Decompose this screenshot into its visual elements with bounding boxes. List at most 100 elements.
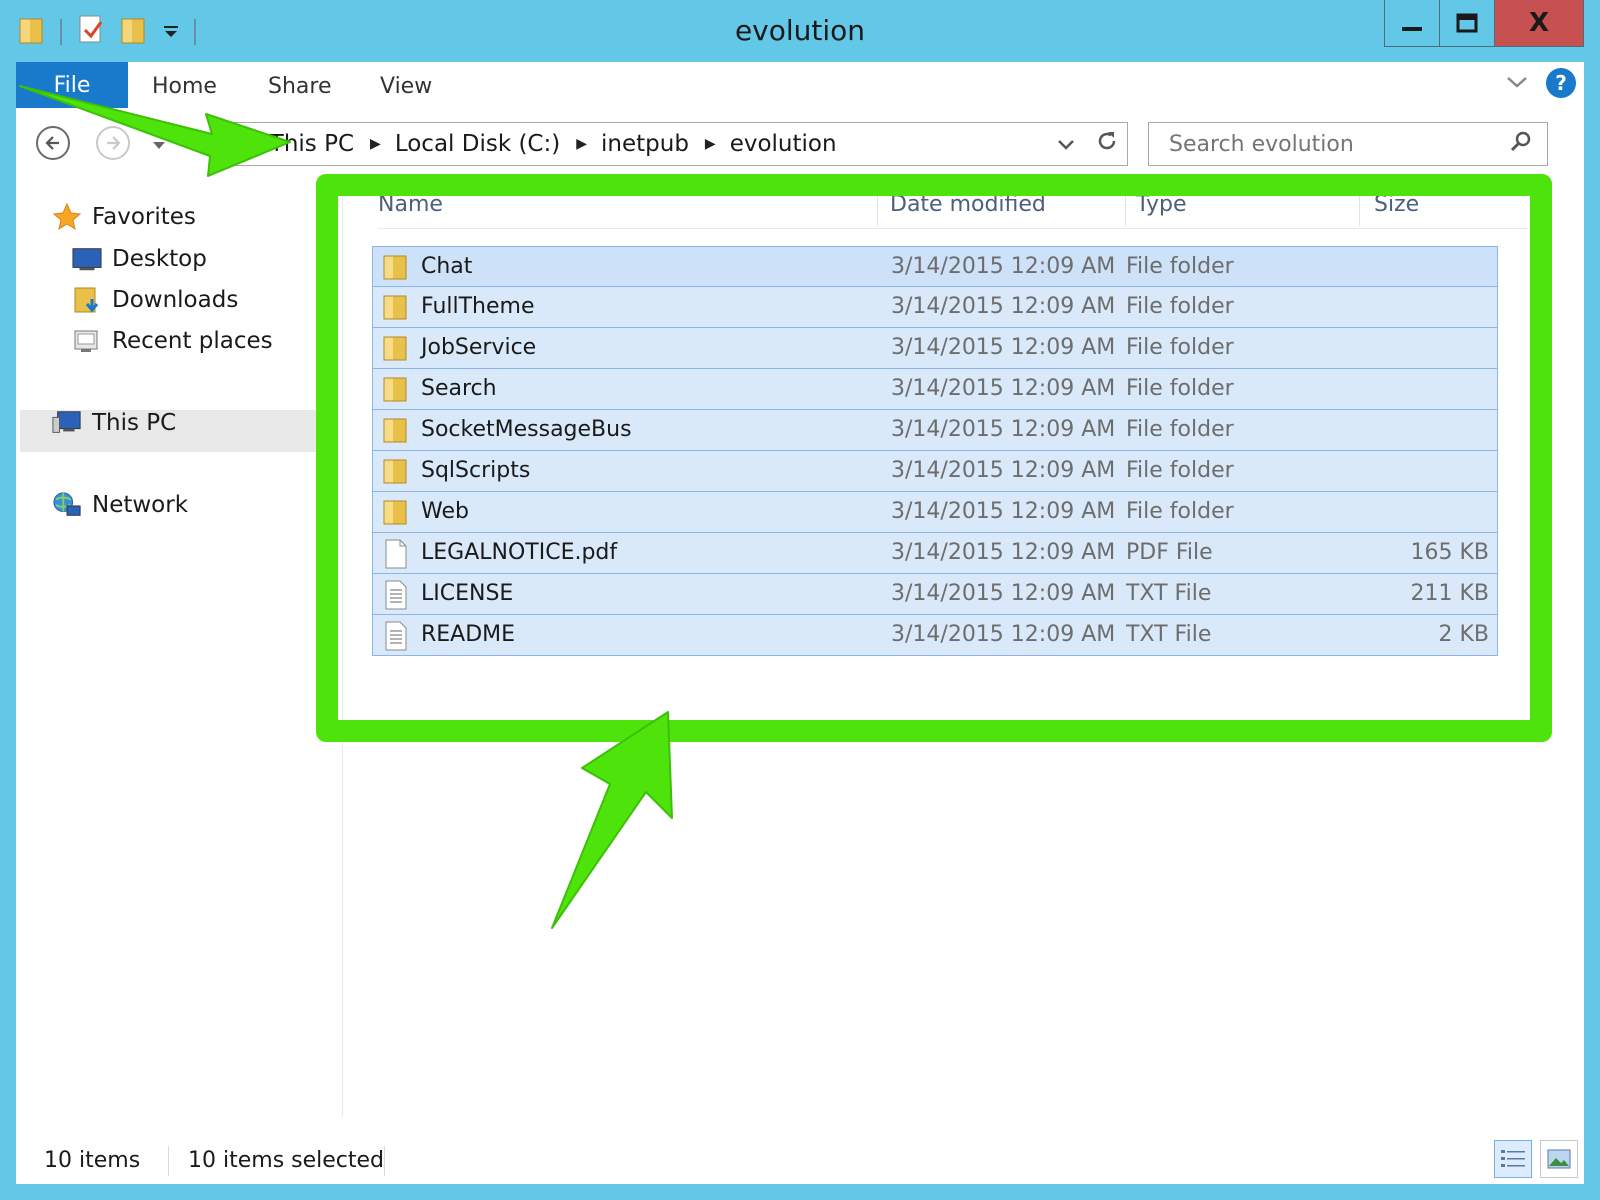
table-row[interactable]: LICENSE 3/14/2015 12:09 AM TXT File 211 … (372, 574, 1498, 615)
back-button[interactable] (36, 126, 70, 160)
table-row[interactable]: README 3/14/2015 12:09 AM TXT File 2 KB (372, 615, 1498, 656)
star-icon (52, 202, 82, 232)
breadcrumb-separator-icon[interactable]: ▶ (576, 136, 587, 152)
folder-icon (383, 416, 409, 444)
status-separator (384, 1146, 385, 1176)
file-name: Search (421, 376, 497, 401)
table-row[interactable]: Search 3/14/2015 12:09 AM File folder (372, 369, 1498, 410)
breadcrumb-evolution[interactable]: evolution (730, 131, 837, 157)
search-box[interactable] (1148, 122, 1548, 166)
status-bar: 10 items 10 items selected (16, 1140, 1584, 1184)
minimize-button[interactable] (1385, 0, 1440, 46)
nav-item-label: Recent places (112, 328, 273, 354)
breadcrumb-this-pc[interactable]: This PC (270, 131, 354, 157)
item-count: 10 items (44, 1148, 141, 1173)
breadcrumb-separator-icon[interactable]: ▶ (370, 136, 381, 152)
maximize-button[interactable] (1440, 0, 1495, 46)
nav-item-downloads[interactable]: Downloads (72, 285, 238, 315)
text-file-icon (383, 621, 409, 651)
nav-item-this-pc[interactable]: This PC (52, 408, 176, 438)
tab-view[interactable]: View (380, 74, 432, 99)
recent-locations-chevron-icon[interactable] (152, 136, 166, 155)
file-date: 3/14/2015 12:09 AM (891, 458, 1116, 483)
table-row[interactable]: FullTheme 3/14/2015 12:09 AM File folder (372, 287, 1498, 328)
navigation-pane: Favorites Desktop Downloads Recent place… (16, 176, 326, 1136)
view-switcher (1494, 1140, 1578, 1178)
tab-share[interactable]: Share (268, 74, 332, 99)
file-date: 3/14/2015 12:09 AM (891, 335, 1116, 360)
computer-icon (52, 408, 82, 438)
file-date: 3/14/2015 12:09 AM (891, 376, 1116, 401)
tab-home[interactable]: Home (152, 74, 217, 99)
nav-item-desktop[interactable]: Desktop (72, 244, 207, 274)
file-date: 3/14/2015 12:09 AM (891, 294, 1116, 319)
address-bar[interactable]: ▶ This PC ▶ Local Disk (C:) ▶ inetpub ▶ … (228, 122, 1128, 166)
forward-arrow-icon (107, 136, 121, 150)
pane-divider[interactable] (342, 176, 343, 1116)
ribbon-right-controls: ? (1506, 68, 1576, 98)
nav-item-network[interactable]: Network (52, 490, 188, 520)
nav-item-favorites[interactable]: Favorites (52, 202, 196, 232)
details-view-button[interactable] (1494, 1140, 1532, 1178)
network-globe-icon (52, 490, 82, 520)
nav-item-recent-places[interactable]: Recent places (72, 326, 273, 356)
column-size[interactable]: Size (1360, 192, 1520, 226)
file-date: 3/14/2015 12:09 AM (891, 581, 1116, 606)
close-button[interactable]: X (1495, 0, 1583, 46)
expand-ribbon-chevron-icon[interactable] (1506, 74, 1528, 93)
file-name: Chat (421, 254, 473, 279)
column-header: Name Date modified Type Size (378, 186, 1528, 229)
file-type: File folder (1126, 335, 1234, 360)
table-row[interactable]: JobService 3/14/2015 12:09 AM File folde… (372, 328, 1498, 369)
table-row[interactable]: SocketMessageBus 3/14/2015 12:09 AM File… (372, 410, 1498, 451)
search-input[interactable] (1167, 130, 1501, 158)
column-type[interactable]: Type (1126, 192, 1360, 226)
details-view-icon (1501, 1150, 1525, 1167)
file-name: README (421, 622, 516, 647)
large-icons-view-button[interactable] (1540, 1140, 1578, 1178)
nav-item-label: Downloads (112, 287, 239, 313)
file-size: 2 KB (1438, 622, 1489, 647)
file-type: File folder (1126, 254, 1234, 279)
file-type: File folder (1126, 499, 1234, 524)
forward-button[interactable] (96, 126, 130, 160)
folder-icon (383, 334, 409, 362)
file-date: 3/14/2015 12:09 AM (891, 540, 1116, 565)
status-separator (168, 1146, 169, 1176)
table-row[interactable]: LEGALNOTICE.pdf 3/14/2015 12:09 AM PDF F… (372, 533, 1498, 574)
downloads-folder-icon (72, 285, 102, 315)
table-row[interactable]: SqlScripts 3/14/2015 12:09 AM File folde… (372, 451, 1498, 492)
refresh-icon[interactable] (1095, 129, 1119, 159)
tab-file[interactable]: File (16, 62, 128, 108)
address-history-chevron-icon[interactable] (1057, 132, 1075, 157)
desktop-icon (72, 244, 102, 274)
nav-item-label: Network (92, 492, 189, 518)
file-name: SocketMessageBus (421, 417, 632, 442)
file-date: 3/14/2015 12:09 AM (891, 254, 1116, 279)
breadcrumb-local-disk[interactable]: Local Disk (C:) (395, 131, 560, 157)
window-title: evolution (734, 14, 866, 47)
minimize-icon (1402, 27, 1422, 31)
title-bar[interactable]: evolution X (0, 0, 1600, 62)
search-icon[interactable] (1509, 129, 1533, 159)
column-date-modified[interactable]: Date modified (890, 192, 1126, 226)
file-name: JobService (421, 335, 537, 360)
table-row[interactable]: Chat 3/14/2015 12:09 AM File folder (372, 246, 1498, 287)
file-name: LEGALNOTICE.pdf (421, 540, 618, 565)
nav-item-label: Desktop (112, 246, 207, 272)
file-name: LICENSE (421, 581, 514, 606)
breadcrumb-inetpub[interactable]: inetpub (601, 131, 689, 157)
breadcrumb-separator-icon[interactable]: ▶ (705, 136, 716, 152)
file-date: 3/14/2015 12:09 AM (891, 499, 1116, 524)
navigation-bar: ▶ This PC ▶ Local Disk (C:) ▶ inetpub ▶ … (16, 108, 1584, 176)
pdf-file-icon (383, 539, 409, 569)
file-type: TXT File (1126, 622, 1212, 647)
file-type: PDF File (1126, 540, 1213, 565)
breadcrumb-separator-icon[interactable]: ▶ (245, 136, 256, 152)
column-name[interactable]: Name (378, 192, 878, 226)
file-type: File folder (1126, 376, 1234, 401)
table-row[interactable]: Web 3/14/2015 12:09 AM File folder (372, 492, 1498, 533)
file-type: File folder (1126, 458, 1234, 483)
help-icon[interactable]: ? (1546, 68, 1576, 98)
folder-icon (383, 253, 409, 281)
